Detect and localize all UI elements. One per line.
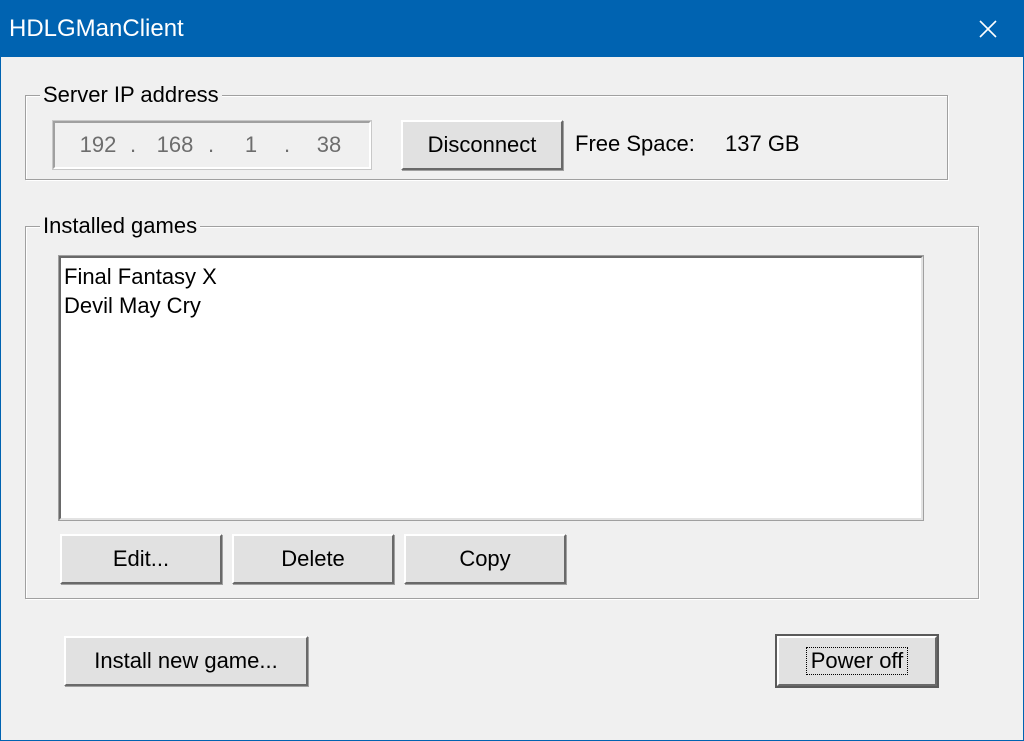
app-window: HDLGManClient Server IP address 192 . 16… [0,0,1024,741]
power-off-button[interactable]: Power off [775,634,939,688]
ip-separator: . [129,132,137,157]
close-button[interactable] [953,1,1023,57]
close-icon [979,20,997,38]
installed-games-list[interactable]: Final Fantasy X Devil May Cry [58,255,924,521]
ip-octet-2[interactable]: 168 [149,132,201,158]
ip-octet-1[interactable]: 192 [72,132,124,158]
disconnect-button-label: Disconnect [427,132,537,157]
window-title: HDLGManClient [9,15,184,42]
ip-separator: . [283,132,291,157]
delete-button-label: Delete [281,546,345,571]
ip-address-field[interactable]: 192 . 168 . 1 . 38 [52,120,372,170]
disconnect-button[interactable]: Disconnect [401,120,563,170]
install-new-game-label: Install new game... [94,648,278,673]
dialog-body: Server IP address 192 . 168 . 1 . 38 Dis… [1,57,1023,740]
ip-octet-4[interactable]: 38 [303,132,355,158]
free-space-label: Free Space: [575,131,695,156]
copy-button[interactable]: Copy [404,534,566,584]
install-new-game-button[interactable]: Install new game... [64,636,308,686]
ip-octet-3[interactable]: 1 [225,132,277,158]
edit-button[interactable]: Edit... [60,534,222,584]
edit-button-label: Edit... [112,546,170,571]
copy-button-label: Copy [459,546,511,571]
ip-separator: . [207,132,215,157]
power-off-label: Power off [805,647,909,675]
list-item[interactable]: Final Fantasy X [64,262,918,291]
server-group-legend: Server IP address [40,82,222,108]
delete-button[interactable]: Delete [232,534,394,584]
free-space-value: 137 GB [725,131,800,156]
list-item[interactable]: Devil May Cry [64,291,918,320]
installed-games-legend: Installed games [40,213,201,239]
title-bar[interactable]: HDLGManClient [1,1,1023,57]
